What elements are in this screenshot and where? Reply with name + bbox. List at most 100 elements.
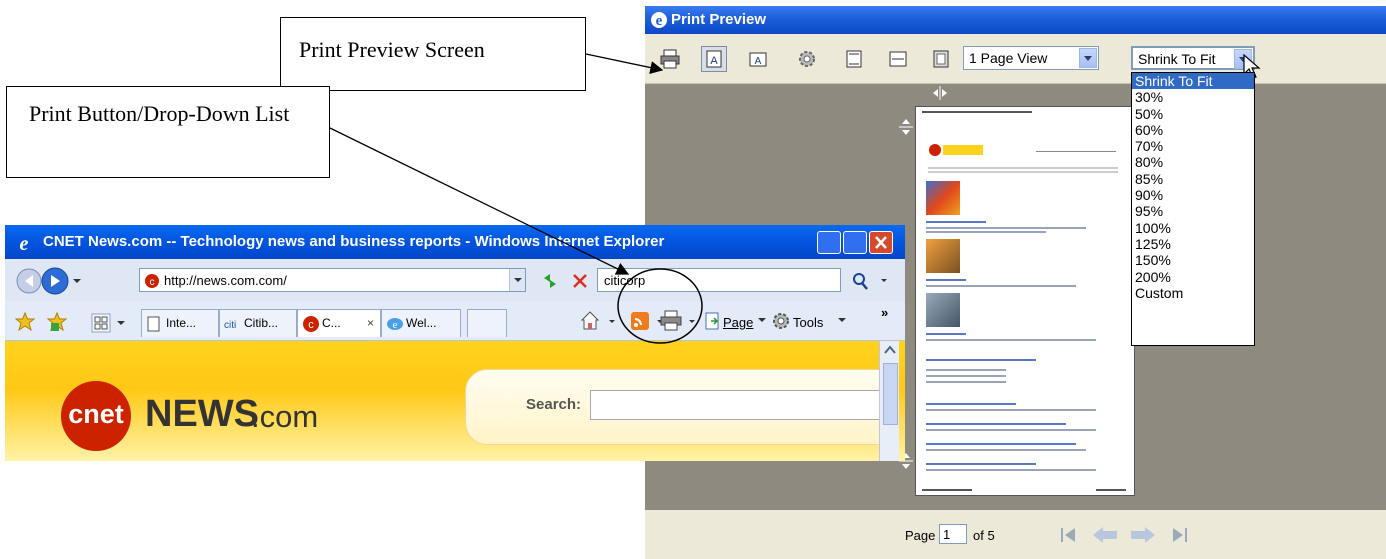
page-menu-button[interactable]: Page — [723, 315, 753, 330]
tab-label: C... — [322, 316, 341, 330]
home-icon — [580, 311, 600, 330]
full-page-button[interactable] — [928, 46, 954, 72]
quick-tabs-icon[interactable] — [91, 313, 131, 333]
zoom-option[interactable]: 95% — [1132, 203, 1254, 219]
zoom-option[interactable]: 80% — [1132, 154, 1254, 170]
previous-page-icon — [1093, 527, 1117, 543]
zoom-select[interactable]: Shrink To Fit — [1131, 46, 1255, 70]
search-text: citicorp — [604, 273, 646, 288]
gear-icon — [773, 313, 789, 329]
news-wordmark: NEWS — [145, 393, 259, 435]
minimize-button[interactable] — [817, 231, 841, 254]
headers-footers-button[interactable] — [841, 46, 867, 72]
svg-text:A: A — [710, 55, 718, 67]
full-page-icon — [933, 50, 949, 68]
vertical-scrollbar[interactable] — [879, 341, 899, 461]
add-favorites-icon — [46, 311, 68, 332]
search-input[interactable]: citicorp — [597, 268, 841, 292]
zoom-option[interactable]: 85% — [1132, 171, 1254, 187]
page-setup-button[interactable] — [794, 46, 820, 72]
page-icon — [705, 312, 719, 330]
callout-print-preview-text: Print Preview Screen — [299, 37, 485, 62]
citi-favicon-icon: citi — [224, 320, 236, 330]
full-width-button[interactable] — [885, 46, 911, 72]
tab-1[interactable]: citi Citib... — [219, 309, 297, 337]
zoom-option[interactable]: 125% — [1132, 236, 1254, 252]
address-dropdown[interactable] — [509, 269, 525, 291]
next-page-icon — [1131, 527, 1155, 543]
cnet-favicon-icon: c — [303, 316, 319, 332]
print-preview-titlebar: e Print Preview — [645, 6, 1386, 34]
site-search-input[interactable] — [590, 390, 890, 420]
printer-icon — [660, 310, 682, 331]
landscape-button[interactable]: A — [745, 46, 771, 72]
zoom-option[interactable]: 200% — [1132, 269, 1254, 285]
navigation-bar: c http://news.com.com/ citicorp — [5, 259, 905, 301]
tab-label: Inte... — [166, 316, 197, 330]
callout-print-preview: Print Preview Screen — [280, 17, 586, 91]
tools-menu-button[interactable]: Tools — [793, 315, 823, 330]
favorites-icons — [15, 311, 68, 332]
tab-2[interactable]: c C... × — [297, 309, 381, 337]
chevron-down-icon — [73, 279, 81, 283]
page-view-select[interactable]: 1 Page View — [963, 46, 1099, 70]
zoom-option[interactable]: 30% — [1132, 89, 1254, 105]
zoom-option[interactable]: 60% — [1132, 122, 1254, 138]
search-button[interactable] — [847, 269, 891, 293]
browser-window: e CNET News.com -- Technology news and b… — [5, 225, 905, 461]
ie-logo-icon: e — [20, 233, 29, 254]
svg-text:e: e — [20, 233, 29, 254]
tab-label: Wel... — [406, 316, 437, 330]
printer-icon — [660, 49, 680, 69]
ie-logo-icon: e — [651, 12, 667, 29]
landscape-page-icon: A — [749, 52, 767, 67]
zoom-value: Shrink To Fit — [1138, 51, 1216, 67]
zoom-option[interactable]: Shrink To Fit — [1132, 73, 1254, 90]
chevron-down-icon[interactable] — [1079, 48, 1097, 68]
address-bar[interactable]: c http://news.com.com/ — [139, 268, 526, 292]
favorites-star-icon — [15, 311, 36, 332]
preview-page — [915, 106, 1135, 496]
page-width-icon — [889, 51, 907, 67]
zoom-option[interactable]: 100% — [1132, 220, 1254, 236]
stop-icon[interactable] — [569, 270, 591, 292]
page-number-input[interactable] — [939, 524, 967, 544]
chevron-down-icon — [514, 278, 522, 282]
zoom-option[interactable]: 150% — [1132, 252, 1254, 268]
zoom-option[interactable]: 70% — [1132, 138, 1254, 154]
site-search-label: Search: — [526, 396, 582, 413]
page-count: of 5 — [973, 528, 995, 543]
cnet-favicon-icon: c — [145, 274, 159, 288]
blank-page-icon — [147, 316, 160, 332]
scrollbar-thumb[interactable] — [883, 363, 898, 425]
dotcom-wordmark: .com — [251, 399, 319, 434]
maximize-button[interactable] — [843, 231, 867, 254]
tab-0[interactable]: Inte... — [141, 309, 219, 337]
tab-label: Citib... — [244, 316, 279, 330]
browser-title: CNET News.com -- Technology news and bus… — [43, 233, 665, 250]
zoom-option[interactable]: 90% — [1132, 187, 1254, 203]
ie-page-icon: e — [387, 318, 403, 331]
portrait-button[interactable]: A — [701, 46, 727, 72]
scroll-up-icon — [884, 345, 896, 354]
print-button[interactable] — [659, 309, 703, 333]
page-nav-controls — [1061, 527, 1187, 543]
back-forward-buttons[interactable] — [15, 266, 85, 296]
zoom-option[interactable]: Custom — [1132, 285, 1254, 301]
tab-3[interactable]: e Wel... — [381, 309, 461, 337]
close-button[interactable] — [869, 231, 893, 254]
margin-handle-icon[interactable] — [931, 86, 949, 100]
callout-print-button: Print Button/Drop-Down List — [6, 86, 330, 178]
print-button[interactable] — [657, 46, 683, 72]
tab-close-icon[interactable]: × — [367, 310, 374, 336]
new-tab[interactable] — [467, 309, 507, 337]
zoom-option[interactable]: 50% — [1132, 106, 1254, 122]
zoom-dropdown-list: Shrink To Fit 30% 50% 60% 70% 80% 85% 90% 95% 100… — [1131, 72, 1255, 346]
toolbar-overflow-icon[interactable]: » — [881, 305, 888, 320]
home-button[interactable] — [579, 309, 627, 333]
refresh-icon[interactable] — [539, 270, 561, 292]
chevron-down-icon — [758, 318, 766, 322]
last-page-icon — [1173, 528, 1187, 542]
forward-icon — [41, 267, 69, 295]
margin-handle-icon[interactable] — [899, 118, 913, 136]
